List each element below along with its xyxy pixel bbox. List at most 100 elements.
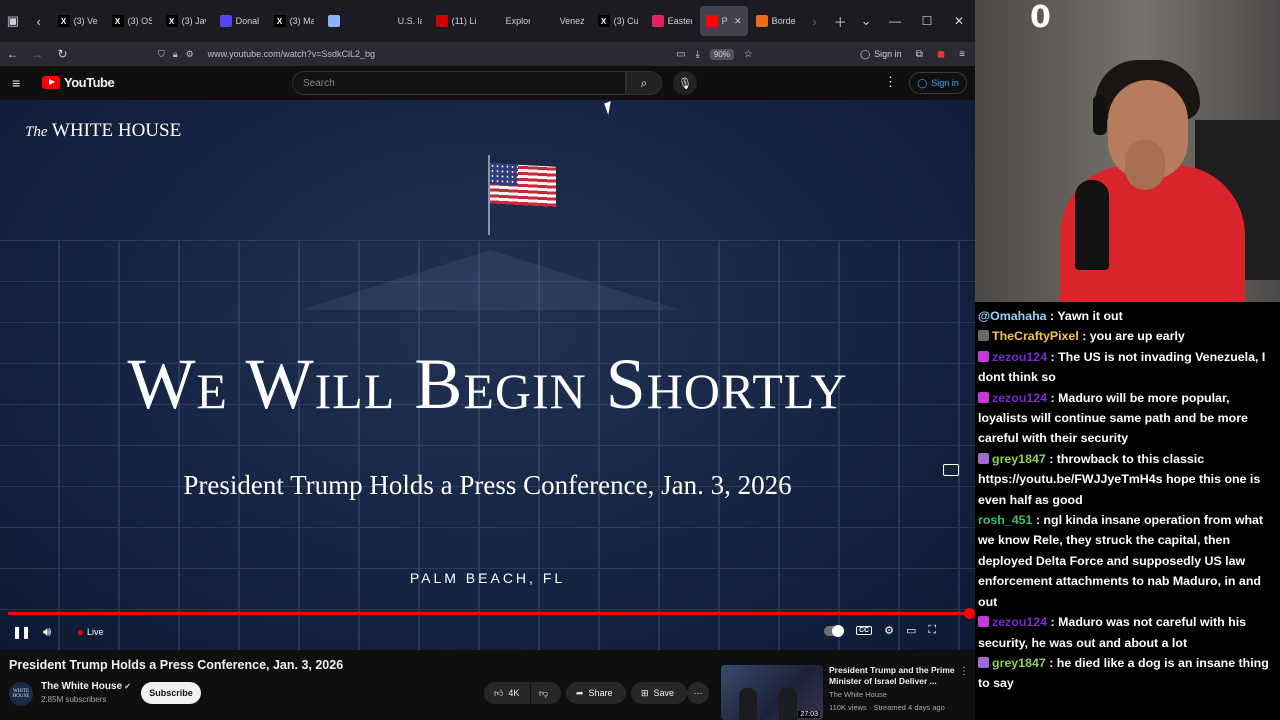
chat-username[interactable]: zezou124 — [992, 350, 1047, 364]
chat-username[interactable]: grey1847 — [992, 656, 1046, 670]
browser-window: ▣ ‹ X(3) VeX(3) OSX(3) JavDonalX(3) MaU.… — [0, 0, 975, 720]
search-button[interactable]: ⌕ — [626, 71, 662, 95]
captions-icon[interactable]: CC — [856, 626, 873, 635]
recommended-channel[interactable]: The White House — [829, 690, 887, 699]
chat-username[interactable]: rosh_451 — [978, 513, 1032, 527]
download-icon[interactable]: ⤓ — [695, 49, 699, 60]
browser-tab[interactable]: Easter — [646, 6, 698, 36]
extensions-icon[interactable]: ⧉ — [916, 49, 923, 60]
settings-gear-icon[interactable]: ⚙ — [884, 624, 894, 637]
new-tab-icon[interactable]: ＋ — [827, 0, 853, 42]
browser-tab[interactable]: U.S. la — [376, 6, 428, 36]
browser-tab[interactable] — [322, 6, 374, 36]
browser-tab[interactable]: Donal — [214, 6, 266, 36]
browser-tab[interactable]: Pre ✕ — [699, 6, 748, 36]
close-window-icon[interactable]: ✕ — [943, 14, 975, 28]
guide-menu-icon[interactable]: ≡ — [12, 75, 20, 91]
zoom-level[interactable]: 90% — [709, 48, 734, 60]
scroll-tabs-right-icon[interactable]: › — [802, 0, 828, 42]
recommended-thumbnail[interactable]: 27:03 — [721, 665, 823, 720]
reload-icon[interactable]: ↻ — [50, 47, 75, 61]
extension-badge-icon[interactable]: ◼ — [937, 49, 945, 60]
truth-icon — [219, 15, 232, 27]
back-icon[interactable]: ← — [0, 47, 25, 61]
chat-username[interactable]: @Omahaha — [978, 309, 1047, 323]
youtube-logo-text: YouTube — [64, 75, 115, 90]
user-icon: ◯ — [917, 77, 928, 88]
close-tab-icon[interactable]: ✕ — [734, 16, 742, 27]
browser-tab-label: Easter — [667, 16, 692, 26]
progress-scrubber[interactable] — [964, 608, 975, 619]
forward-icon[interactable]: → — [25, 47, 50, 61]
video-progress-bar[interactable] — [8, 612, 970, 615]
fullscreen-icon[interactable]: ⛶ — [928, 624, 936, 637]
chat-username[interactable]: TheCraftyPixel — [992, 329, 1079, 343]
chat-username[interactable]: zezou124 — [992, 615, 1047, 629]
chat-username[interactable]: zezou124 — [992, 391, 1047, 405]
browser-tab[interactable]: X(3) Jav — [160, 6, 212, 36]
lock-icon[interactable]: 🔒︎ — [173, 49, 178, 60]
window-controls: — ☐ ✕ — [879, 14, 975, 28]
browser-tab-label: (3) Jav — [181, 16, 206, 26]
picture-in-picture-icon[interactable]: ▭ — [676, 49, 685, 60]
url-text[interactable]: www.youtube.com/watch?v=SsdkClL2_bg — [208, 49, 375, 59]
chat-badge-icon — [978, 330, 989, 342]
video-player[interactable]: The WHITE HOUSE We Will Begin Shortly Pr… — [0, 100, 975, 650]
account-sign-in[interactable]: ◯ Sign in — [860, 49, 902, 60]
minimize-icon[interactable]: — — [879, 14, 911, 28]
chat-text: : you are up early — [1078, 329, 1185, 344]
dislike-button[interactable]: 👎︎ — [531, 682, 561, 704]
chat-text: : Yawn it out — [1046, 309, 1123, 323]
shield-icon[interactable]: ⛉ — [158, 49, 165, 60]
chat-badge-icon — [978, 616, 989, 628]
browser-tab-label: Explor — [505, 16, 530, 26]
recommended-menu-icon[interactable]: ⋮ — [959, 666, 969, 677]
bookmark-star-icon[interactable]: ☆ — [744, 49, 753, 60]
picture-in-picture-overlay-icon[interactable] — [943, 464, 959, 476]
browser-tab[interactable]: Venez — [538, 6, 590, 36]
subscribe-button[interactable]: Subscribe — [141, 682, 201, 704]
browser-tab-label: (3) Cu — [613, 16, 638, 26]
subscriber-count: 2.85M subscribers — [41, 695, 107, 704]
like-button[interactable]: 👍︎ 4K — [484, 682, 530, 704]
permissions-icon[interactable]: ⚙ — [186, 49, 194, 60]
player-controls: ❚❚ 🔊︎ Live CC ⚙ ▭ ⛶ — [0, 620, 975, 646]
channel-name-text[interactable]: The White House — [41, 681, 122, 692]
voice-search-button[interactable]: 🎙︎ — [673, 71, 697, 95]
brand-the: The — [25, 124, 48, 140]
live-indicator[interactable]: Live — [78, 627, 104, 637]
browser-tab[interactable]: Explor — [484, 6, 536, 36]
channel-name[interactable]: The White House ✔ — [41, 681, 131, 692]
youtube-logo[interactable]: YouTube — [42, 75, 115, 90]
scroll-tabs-left-icon[interactable]: ‹ — [26, 0, 52, 42]
pause-icon[interactable]: ❚❚ — [12, 625, 31, 639]
browser-tab[interactable]: Borde — [750, 6, 802, 36]
x-icon: X — [165, 15, 178, 27]
settings-kebab-icon[interactable]: ⋮ — [884, 74, 897, 90]
save-button[interactable]: ⊞ Save — [631, 682, 687, 704]
autoplay-toggle[interactable] — [824, 624, 844, 637]
browser-tab[interactable]: X (3) OS — [106, 6, 158, 36]
youtube-sign-in-button[interactable]: ◯ Sign in — [909, 72, 967, 94]
all-tabs-chevron-icon[interactable]: ⌄ — [853, 0, 879, 42]
search-input[interactable]: Search — [292, 71, 626, 95]
browser-tab[interactable]: X (3) Cu — [592, 6, 644, 36]
share-button[interactable]: ➦ Share — [566, 682, 626, 704]
more-actions-icon[interactable]: ⋯ — [687, 682, 709, 704]
recommended-title[interactable]: President Trump and the Prime Minister o… — [829, 665, 957, 687]
maximize-icon[interactable]: ☐ — [911, 14, 943, 28]
browser-tab[interactable]: (11) Li — [430, 6, 482, 36]
theater-mode-icon[interactable]: ▭ — [906, 624, 916, 637]
save-label: Save — [653, 688, 675, 698]
browser-tab[interactable]: X (3) Ve — [52, 6, 104, 36]
browser-tab-label: Venez — [559, 16, 584, 26]
tab-list-icon[interactable]: ▣ — [0, 0, 26, 42]
chat-username[interactable]: grey1847 — [992, 452, 1046, 466]
volume-icon[interactable]: 🔊︎ — [43, 624, 51, 640]
nav-bar: ← → ↻ ⛉ 🔒︎ ⚙ www.youtube.com/watch?v=Ssd… — [0, 42, 975, 66]
browser-tab[interactable]: X (3) Ma — [268, 6, 320, 36]
microphone-prop — [1075, 180, 1109, 270]
channel-avatar[interactable]: WHITE HOUSE — [9, 682, 33, 706]
menu-icon[interactable]: ≡ — [959, 49, 965, 60]
page-icon — [381, 15, 394, 27]
